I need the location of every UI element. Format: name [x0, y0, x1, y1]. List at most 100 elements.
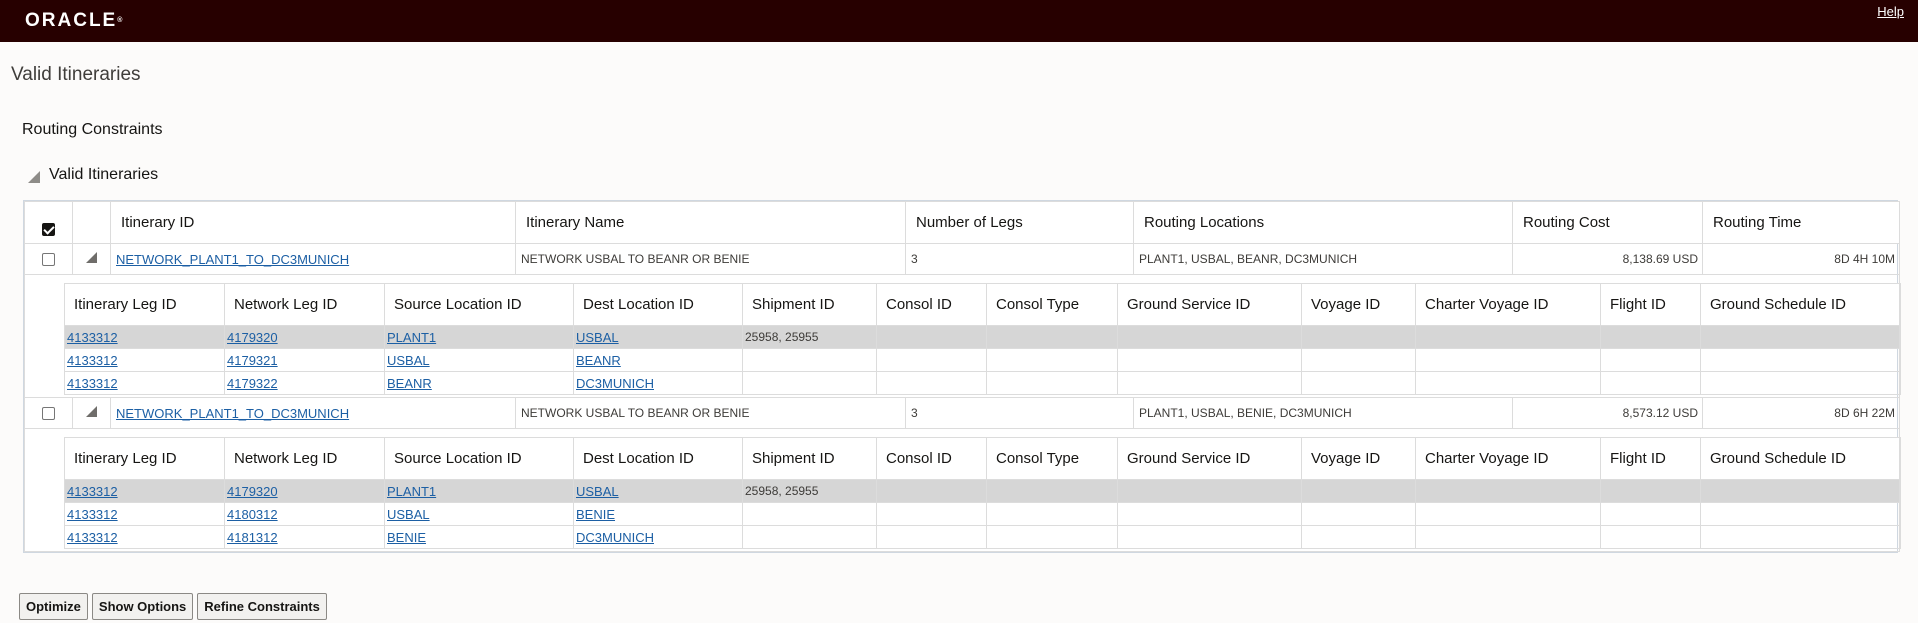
- col-routing-time[interactable]: Routing Time: [1702, 201, 1900, 244]
- dest-location-link[interactable]: BENIE: [576, 507, 615, 522]
- row-select-checkbox[interactable]: [42, 407, 55, 421]
- leg-col-voyage-id[interactable]: Voyage ID: [1301, 437, 1416, 480]
- itinerary-leg-id-link[interactable]: 4133312: [67, 507, 118, 522]
- col-itinerary-name[interactable]: Itinerary Name: [515, 201, 906, 244]
- valid-itineraries-section-toggle[interactable]: Valid Itineraries: [28, 165, 158, 185]
- voyage-id-cell: [1301, 479, 1416, 503]
- leg-col-shipment-id[interactable]: Shipment ID: [742, 283, 877, 326]
- network-leg-id-link[interactable]: 4179321: [227, 353, 278, 368]
- routing-cost-cell: 8,573.12 USD: [1512, 397, 1703, 429]
- leg-col-consol-type[interactable]: Consol Type: [986, 283, 1118, 326]
- row-expand-cell[interactable]: [72, 243, 111, 275]
- itineraries-body: NETWORK_PLANT1_TO_DC3MUNICH NETWORK USBAL…: [24, 243, 1901, 552]
- itinerary-row[interactable]: NETWORK_PLANT1_TO_DC3MUNICH NETWORK USBAL…: [24, 397, 1900, 429]
- ground-schedule-id-cell: [1700, 502, 1901, 526]
- dest-location-link[interactable]: DC3MUNICH: [576, 376, 654, 391]
- dest-location-link[interactable]: USBAL: [576, 484, 619, 499]
- leg-col-voyage-id[interactable]: Voyage ID: [1301, 283, 1416, 326]
- leg-row[interactable]: 4133312 4180312 USBAL BENIE: [64, 502, 1901, 526]
- dest-location-link[interactable]: DC3MUNICH: [576, 530, 654, 545]
- leg-col-shipment-id[interactable]: Shipment ID: [742, 437, 877, 480]
- oracle-logo: ORACLE®: [25, 10, 123, 31]
- network-leg-id-link[interactable]: 4181312: [227, 530, 278, 545]
- itineraries-grid: Itinerary ID Itinerary Name Number of Le…: [24, 201, 1901, 552]
- source-location-link[interactable]: USBAL: [387, 507, 430, 522]
- source-location-link[interactable]: PLANT1: [387, 330, 436, 345]
- itinerary-leg-id-link[interactable]: 4133312: [67, 353, 118, 368]
- source-location-link[interactable]: BENIE: [387, 530, 426, 545]
- leg-row[interactable]: 4133312 4181312 BENIE DC3MUNICH: [64, 525, 1901, 549]
- dest-location-link[interactable]: BEANR: [576, 353, 621, 368]
- select-all-cell: [24, 201, 73, 244]
- itinerary-leg-id-link[interactable]: 4133312: [67, 530, 118, 545]
- col-routing-locations[interactable]: Routing Locations: [1133, 201, 1513, 244]
- leg-row[interactable]: 4133312 4179320 PLANT1 USBAL 25958, 25955: [64, 325, 1901, 349]
- row-select-checkbox[interactable]: [42, 253, 55, 267]
- leg-col-source-location-id[interactable]: Source Location ID: [384, 437, 574, 480]
- ground-service-id-cell: [1117, 325, 1302, 349]
- select-all-checkbox[interactable]: [42, 223, 55, 236]
- network-leg-id-link[interactable]: 4180312: [227, 507, 278, 522]
- source-location-link[interactable]: PLANT1: [387, 484, 436, 499]
- refine-constraints-button[interactable]: Refine Constraints: [197, 593, 327, 620]
- leg-col-itinerary-leg-id[interactable]: Itinerary Leg ID: [64, 437, 225, 480]
- leg-row[interactable]: 4133312 4179322 BEANR DC3MUNICH: [64, 371, 1901, 395]
- leg-col-flight-id[interactable]: Flight ID: [1600, 437, 1701, 480]
- leg-col-consol-id[interactable]: Consol ID: [876, 283, 987, 326]
- itinerary-leg-id-link[interactable]: 4133312: [67, 484, 118, 499]
- show-options-button[interactable]: Show Options: [91, 593, 194, 620]
- routing-constraints-title: Routing Constraints: [22, 121, 163, 138]
- leg-row[interactable]: 4133312 4179321 USBAL BEANR: [64, 348, 1901, 372]
- leg-row[interactable]: 4133312 4179320 PLANT1 USBAL 25958, 25955: [64, 479, 1901, 503]
- ground-service-id-cell: [1117, 479, 1302, 503]
- routing-locations-cell: PLANT1, USBAL, BEANR, DC3MUNICH: [1133, 243, 1513, 275]
- consol-id-cell: [876, 371, 987, 395]
- network-leg-id-link[interactable]: 4179320: [227, 484, 278, 499]
- expand-triangle-icon[interactable]: [86, 252, 97, 263]
- itinerary-row[interactable]: NETWORK_PLANT1_TO_DC3MUNICH NETWORK USBAL…: [24, 243, 1900, 275]
- col-itinerary-id[interactable]: Itinerary ID: [110, 201, 516, 244]
- leg-col-dest-location-id[interactable]: Dest Location ID: [573, 283, 743, 326]
- page-title: Valid Itineraries: [11, 64, 141, 85]
- leg-col-consol-type[interactable]: Consol Type: [986, 437, 1118, 480]
- leg-col-charter-voyage-id[interactable]: Charter Voyage ID: [1415, 437, 1601, 480]
- itinerary-name-cell: NETWORK USBAL TO BEANR OR BENIE: [515, 243, 906, 275]
- shipment-id-cell: [742, 371, 877, 395]
- leg-col-ground-service-id[interactable]: Ground Service ID: [1117, 437, 1302, 480]
- source-location-link[interactable]: BEANR: [387, 376, 432, 391]
- col-number-of-legs[interactable]: Number of Legs: [905, 201, 1134, 244]
- itinerary-id-link[interactable]: NETWORK_PLANT1_TO_DC3MUNICH: [116, 406, 349, 421]
- leg-col-source-location-id[interactable]: Source Location ID: [384, 283, 574, 326]
- leg-col-dest-location-id[interactable]: Dest Location ID: [573, 437, 743, 480]
- itinerary-id-link[interactable]: NETWORK_PLANT1_TO_DC3MUNICH: [116, 252, 349, 267]
- dest-location-cell: USBAL: [573, 325, 743, 349]
- itinerary-leg-id-link[interactable]: 4133312: [67, 330, 118, 345]
- itinerary-leg-id-cell: 4133312: [64, 525, 225, 549]
- leg-col-charter-voyage-id[interactable]: Charter Voyage ID: [1415, 283, 1601, 326]
- optimize-button[interactable]: Optimize: [19, 593, 88, 620]
- col-routing-cost[interactable]: Routing Cost: [1512, 201, 1703, 244]
- leg-col-ground-schedule-id[interactable]: Ground Schedule ID: [1700, 283, 1901, 326]
- leg-col-ground-schedule-id[interactable]: Ground Schedule ID: [1700, 437, 1901, 480]
- leg-col-network-leg-id[interactable]: Network Leg ID: [224, 437, 385, 480]
- network-leg-id-link[interactable]: 4179320: [227, 330, 278, 345]
- row-expand-cell[interactable]: [72, 397, 111, 429]
- leg-col-consol-id[interactable]: Consol ID: [876, 437, 987, 480]
- itinerary-leg-id-link[interactable]: 4133312: [67, 376, 118, 391]
- network-leg-id-link[interactable]: 4179322: [227, 376, 278, 391]
- leg-col-network-leg-id[interactable]: Network Leg ID: [224, 283, 385, 326]
- ground-schedule-id-cell: [1700, 525, 1901, 549]
- itinerary-leg-id-cell: 4133312: [64, 325, 225, 349]
- flight-id-cell: [1600, 502, 1701, 526]
- disclosure-header: [72, 201, 111, 244]
- dest-location-link[interactable]: USBAL: [576, 330, 619, 345]
- help-link[interactable]: Help: [1877, 4, 1904, 19]
- leg-col-ground-service-id[interactable]: Ground Service ID: [1117, 283, 1302, 326]
- top-bar: ORACLE® Help: [0, 0, 1918, 42]
- source-location-cell: PLANT1: [384, 325, 574, 349]
- expand-triangle-icon[interactable]: [86, 406, 97, 417]
- leg-col-flight-id[interactable]: Flight ID: [1600, 283, 1701, 326]
- shipment-id-cell: 25958, 25955: [742, 325, 877, 349]
- source-location-link[interactable]: USBAL: [387, 353, 430, 368]
- leg-col-itinerary-leg-id[interactable]: Itinerary Leg ID: [64, 283, 225, 326]
